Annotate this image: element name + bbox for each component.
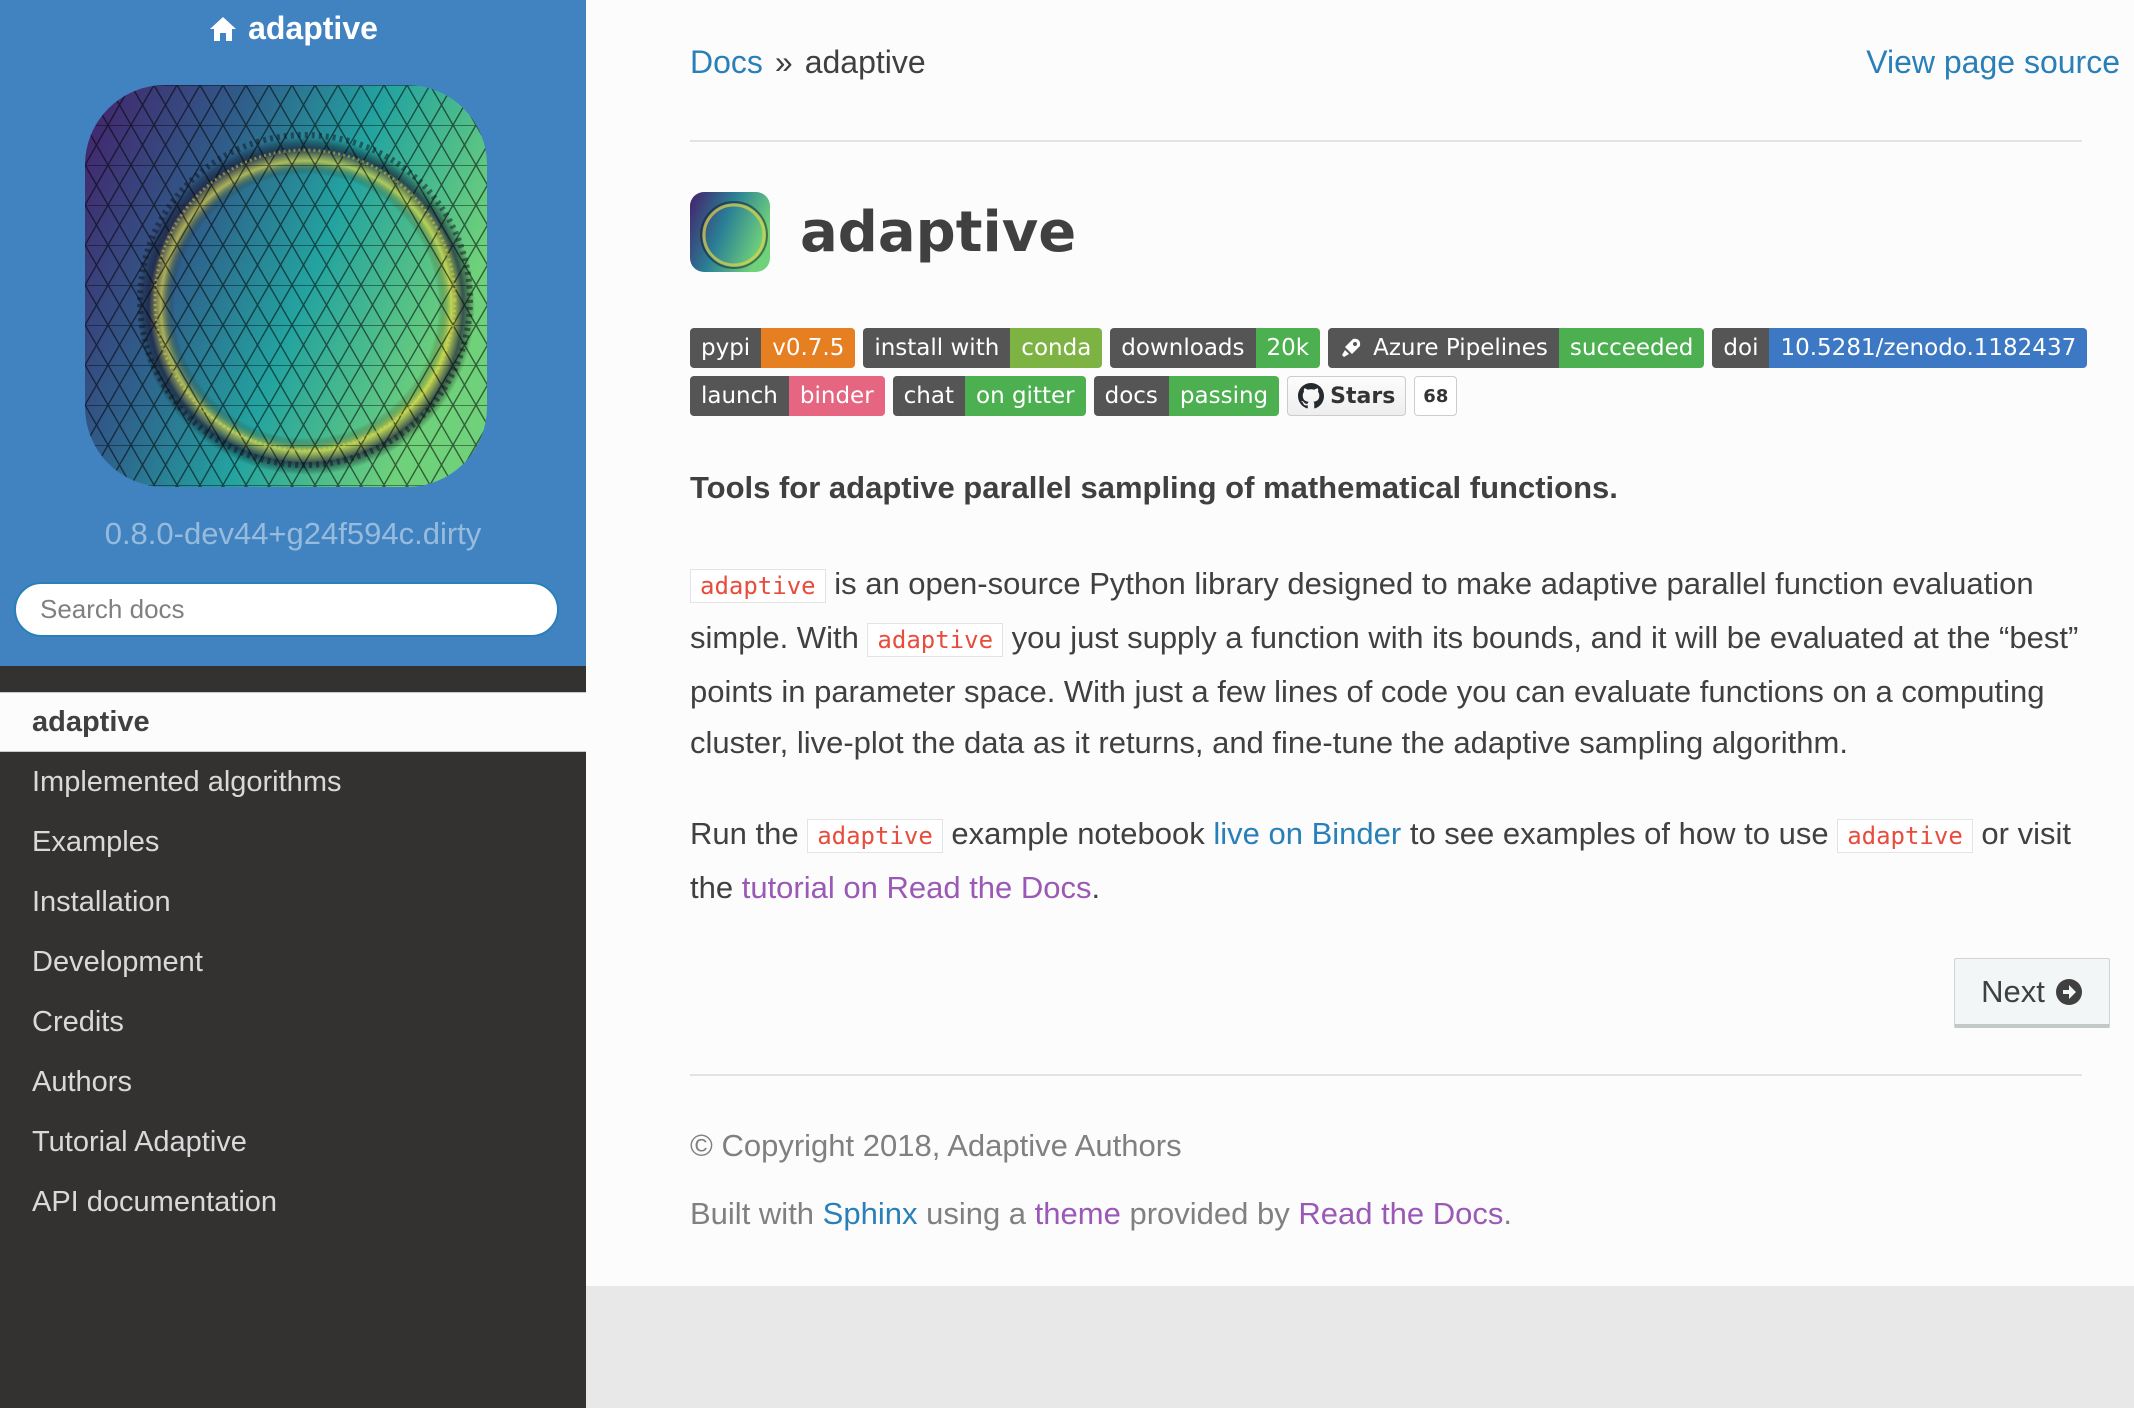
sphinx-link[interactable]: Sphinx [823,1196,918,1231]
binder-badge[interactable]: launch binder [690,376,885,416]
sidebar-nav: adaptive Implemented algorithms Examples… [0,692,586,1232]
badge-label: docs [1093,376,1169,416]
doi-badge[interactable]: doi 10.5281/zenodo.1182437 [1712,328,2088,368]
header-divider [690,140,2082,142]
footer-text: . [1503,1196,1513,1231]
inline-code: adaptive [690,569,826,603]
main-content: Docs » adaptive View page source adaptiv… [586,0,2134,1286]
project-home-link[interactable]: adaptive [0,10,586,47]
tutorial-link[interactable]: tutorial on Read the Docs [742,870,1092,905]
sidebar-item-tutorial-adaptive[interactable]: Tutorial Adaptive [0,1112,586,1172]
read-the-docs-link[interactable]: Read the Docs [1298,1196,1503,1231]
title-logo-icon [690,192,770,272]
search-input[interactable] [14,582,559,637]
github-icon [1298,383,1325,409]
sidebar-header: adaptive 0.8.0-dev44+g24f594c.dirty Sear… [0,0,586,666]
badge-label: doi [1712,328,1770,368]
github-stars-button[interactable]: Stars [1287,376,1407,416]
footer-divider [690,1074,2082,1076]
paragraph-text: . [1091,870,1101,905]
badge-label: install with [863,328,1011,368]
next-button-label: Next [1981,973,2045,1009]
badge-value: conda [1010,328,1103,368]
theme-link[interactable]: theme [1035,1196,1121,1231]
inline-code: adaptive [867,623,1004,657]
breadcrumb-separator: » [774,44,793,80]
sidebar-item-development[interactable]: Development [0,932,586,992]
badge-value: binder [788,376,885,416]
footer-text: provided by [1120,1196,1299,1231]
breadcrumb: Docs » adaptive [690,44,926,81]
version-label: 0.8.0-dev44+g24f594c.dirty [104,516,482,551]
badge-value: on gitter [965,376,1086,416]
badge-label: launch [690,376,789,416]
github-stars-count[interactable]: 68 [1414,376,1458,416]
footer-text: Built with [690,1196,823,1231]
sidebar-item-adaptive[interactable]: adaptive [0,692,586,752]
paragraph-text: example notebook [942,816,1214,851]
project-logo[interactable] [85,85,487,487]
project-name: adaptive [248,10,378,46]
copyright-text: © Copyright 2018, Adaptive Authors [690,1128,1182,1163]
badge-value: succeeded [1558,328,1705,368]
badge-list: pypi v0.7.5 install with conda downloads… [690,328,2090,424]
breadcrumb-docs-link[interactable]: Docs [690,44,763,81]
binder-paragraph: Run the adaptive example notebook live o… [690,808,2090,913]
badge-value: 10.5281/zenodo.1182437 [1769,328,2088,368]
next-button[interactable]: Next [1954,958,2110,1028]
home-icon [210,16,237,41]
badge-label-wrap: Azure Pipelines [1328,328,1559,368]
badge-value: passing [1168,376,1280,416]
breadcrumb-current: adaptive [804,44,926,80]
intro-paragraph: adaptive is an open-source Python librar… [690,558,2090,768]
github-stars-label: Stars [1330,383,1396,409]
sidebar-item-implemented-algorithms[interactable]: Implemented algorithms [0,752,586,812]
badge-label: chat [892,376,965,416]
badge-label: downloads [1110,328,1256,368]
paragraph-text: to see examples of how to use [1401,816,1838,851]
sidebar-item-authors[interactable]: Authors [0,1052,586,1112]
pypi-badge[interactable]: pypi v0.7.5 [690,328,856,368]
sidebar-item-api-documentation[interactable]: API documentation [0,1172,586,1232]
page-title-row: adaptive [690,192,1076,272]
inline-code: adaptive [807,819,943,853]
binder-link[interactable]: live on Binder [1213,816,1401,851]
badge-value: 20k [1255,328,1321,368]
rocket-icon [1342,338,1361,357]
page-tagline: Tools for adaptive parallel sampling of … [690,470,1618,505]
page-title: adaptive [800,199,1077,265]
footer-text: using a [917,1196,1035,1231]
downloads-badge[interactable]: downloads 20k [1110,328,1321,368]
docs-badge[interactable]: docs passing [1093,376,1280,416]
azure-pipelines-badge[interactable]: Azure Pipelines succeeded [1328,328,1705,368]
badge-label: pypi [690,328,762,368]
badge-label: Azure Pipelines [1373,335,1548,361]
sidebar-item-installation[interactable]: Installation [0,872,586,932]
arrow-circle-right-icon [2055,978,2082,1005]
sidebar-item-examples[interactable]: Examples [0,812,586,872]
sidebar: adaptive 0.8.0-dev44+g24f594c.dirty Sear… [0,0,586,1408]
paragraph-text: Run the [690,816,808,851]
sidebar-item-credits[interactable]: Credits [0,992,586,1052]
conda-badge[interactable]: install with conda [863,328,1103,368]
inline-code: adaptive [1837,819,1973,853]
view-page-source-link[interactable]: View page source [1866,44,2120,81]
built-with-text: Built with Sphinx using a theme provided… [690,1196,1512,1232]
badge-value: v0.7.5 [761,328,856,368]
gitter-badge[interactable]: chat on gitter [892,376,1086,416]
